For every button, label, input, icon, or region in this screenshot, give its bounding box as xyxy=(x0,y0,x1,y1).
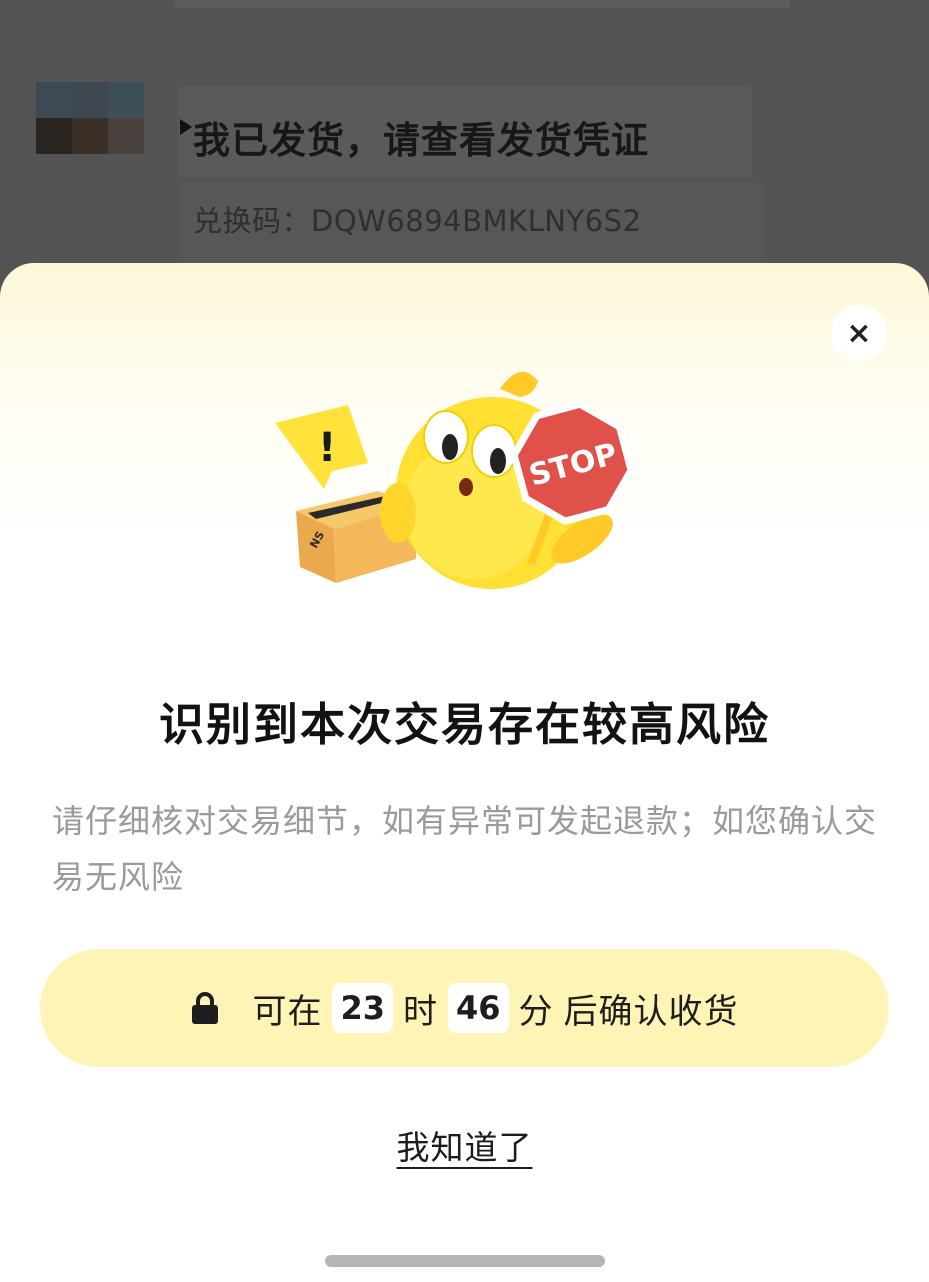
redeem-code-text: 兑换码：DQW6894BMKLNY6S2 xyxy=(193,204,642,238)
countdown-hours: 23 xyxy=(332,983,393,1033)
acknowledge-button[interactable]: 我知道了 xyxy=(397,1128,533,1167)
alert-symbol: ! xyxy=(318,425,336,471)
avatar[interactable] xyxy=(36,82,144,154)
lock-icon xyxy=(192,992,219,1024)
countdown-minutes: 46 xyxy=(448,983,509,1033)
countdown-hours-unit: 时 xyxy=(403,991,438,1032)
chat-background: 我已发货，请查看发货凭证 兑换码：DQW6894BMKLNY6S2 xyxy=(0,0,929,300)
home-indicator[interactable] xyxy=(325,1255,605,1267)
close-button[interactable]: × xyxy=(831,305,887,361)
risk-description: 请仔细核对交易细节，如有异常可发起退款；如您确认交易无风险 xyxy=(52,802,878,896)
alert-bubble-icon: ! xyxy=(275,405,368,489)
acknowledge-row: 我知道了 xyxy=(0,1121,929,1169)
countdown-prefix: 可在 xyxy=(252,991,323,1032)
countdown-minutes-unit: 分 xyxy=(518,991,554,1032)
bubble-tail xyxy=(180,119,192,135)
risk-title: 识别到本次交易存在较高风险 xyxy=(158,698,770,751)
message-text: 我已发货，请查看发货凭证 xyxy=(193,119,649,162)
stop-mascot-illustration: ! NS STOP xyxy=(275,371,635,589)
close-icon: × xyxy=(846,315,872,351)
previous-message-edge xyxy=(175,0,790,8)
countdown-suffix: 后确认收货 xyxy=(563,991,739,1032)
confirm-receipt-countdown: 可在 23 时 46 分 后确认收货 xyxy=(40,949,889,1067)
risk-warning-sheet: × ! NS STOP 识别到本次交易存在较高风险 请仔细核对交易细节，如有异常… xyxy=(0,263,929,1282)
